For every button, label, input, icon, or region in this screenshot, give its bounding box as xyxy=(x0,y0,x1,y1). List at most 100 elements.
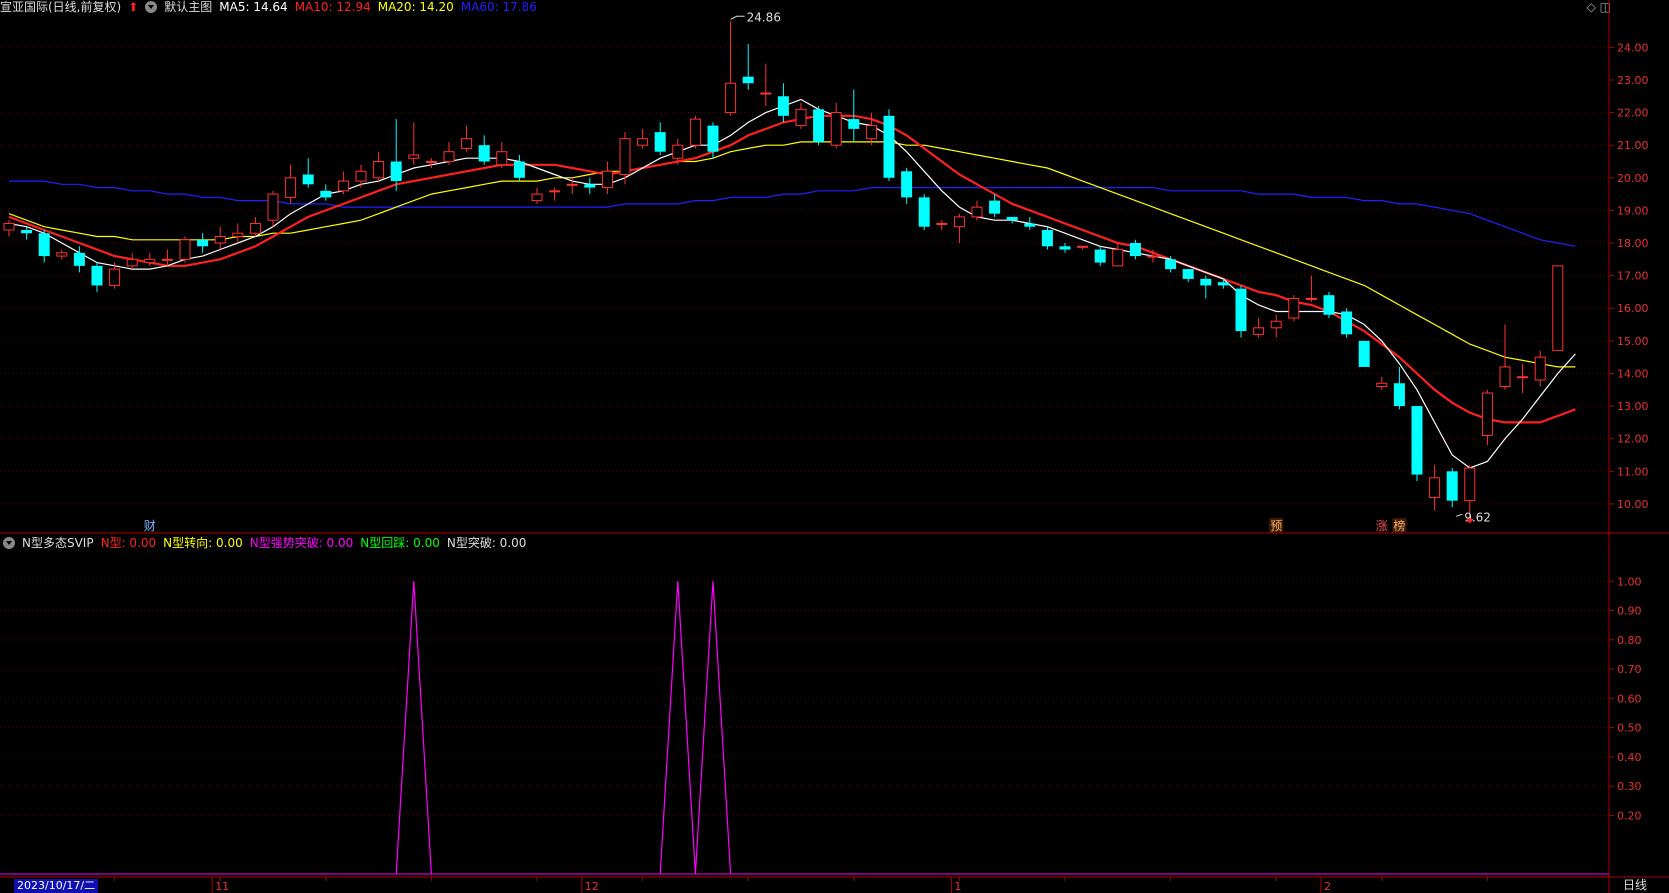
candle xyxy=(777,83,789,123)
candle xyxy=(214,226,226,250)
candle xyxy=(1411,406,1423,482)
candle xyxy=(496,141,508,169)
candle-body-down xyxy=(1129,243,1141,257)
indicator-tick-label: 0.50 xyxy=(1617,722,1642,735)
month-label: 11 xyxy=(215,880,229,893)
candle xyxy=(813,106,825,146)
ma5-line xyxy=(8,98,1576,469)
indicator-tick-label: 0.20 xyxy=(1617,809,1642,822)
candle xyxy=(1288,295,1300,322)
candle-body-up xyxy=(461,138,473,149)
high-pointer xyxy=(730,15,745,20)
candle-body-down xyxy=(390,161,402,182)
candle xyxy=(337,171,349,195)
candle-body-down xyxy=(813,109,825,142)
candle-body-down xyxy=(1041,229,1053,247)
candle xyxy=(1393,366,1405,410)
candle-body-down xyxy=(1165,259,1177,270)
candlesticks xyxy=(3,21,1564,517)
candle xyxy=(179,236,191,263)
candle-body-down xyxy=(584,184,596,188)
candle-body-up xyxy=(3,222,15,231)
candle-body-up xyxy=(1147,255,1159,258)
candle xyxy=(320,184,332,201)
candle-body-up xyxy=(672,144,684,159)
candle-body-up xyxy=(1305,297,1317,300)
candle-body-down xyxy=(1059,246,1071,250)
indicator-tick-label: 0.40 xyxy=(1617,751,1642,764)
indicator-tick-label: 0.90 xyxy=(1617,605,1642,618)
candle xyxy=(830,102,842,149)
candle-body-down xyxy=(478,145,490,162)
candle xyxy=(1094,246,1106,266)
period-label[interactable]: 日线 xyxy=(1623,878,1647,893)
candle-body-up xyxy=(179,239,191,260)
low-pointer xyxy=(1456,513,1463,517)
candle-body-down xyxy=(742,76,754,84)
price-tick-label: 20.00 xyxy=(1617,172,1649,185)
candle xyxy=(232,223,244,244)
candle-body-down xyxy=(989,200,1001,214)
candle-body-down xyxy=(654,132,666,152)
finance-marker: 财 xyxy=(144,519,156,533)
candle-body-up xyxy=(214,235,226,244)
candle-body-up xyxy=(109,268,121,286)
moving-average-lines xyxy=(8,98,1576,469)
candle-body-up xyxy=(531,193,543,202)
candle-body-up xyxy=(126,258,138,267)
candle-body-up xyxy=(1270,320,1282,329)
candle xyxy=(197,233,209,253)
candle xyxy=(795,102,807,129)
price-tick-label: 21.00 xyxy=(1617,139,1649,152)
candle xyxy=(531,187,543,204)
candle-body-down xyxy=(883,115,895,178)
candle xyxy=(1305,275,1317,302)
limit-up-marker: 涨 xyxy=(1376,518,1388,533)
price-tick-label: 22.00 xyxy=(1617,107,1649,120)
candle-body-up xyxy=(1112,249,1124,267)
candle-body-down xyxy=(1235,288,1247,332)
candle-body-up xyxy=(355,170,367,182)
candle xyxy=(373,151,385,182)
candle xyxy=(601,161,613,195)
candle xyxy=(3,220,15,237)
indicator-tick-label: 0.80 xyxy=(1617,634,1642,647)
candle xyxy=(38,229,50,263)
candle-body-up xyxy=(1534,356,1546,381)
candle-body-down xyxy=(320,190,332,198)
candle xyxy=(1464,464,1476,517)
price-tick-label: 19.00 xyxy=(1617,204,1649,217)
candle xyxy=(1429,464,1441,511)
candle xyxy=(267,190,279,227)
candle-body-up xyxy=(1552,265,1564,352)
candle-body-up xyxy=(760,92,772,95)
high-price-label: 24.86 xyxy=(747,10,781,24)
candle xyxy=(302,158,314,188)
forecast-marker: 预 xyxy=(1270,519,1282,533)
candle-body-down xyxy=(1323,295,1335,315)
candle-body-up xyxy=(249,222,261,234)
candle-body-up xyxy=(1499,366,1511,388)
candle xyxy=(1041,226,1053,250)
candle-body-down xyxy=(1182,269,1194,279)
candle xyxy=(654,122,666,155)
candle-body-up xyxy=(144,258,156,264)
candle-body-up xyxy=(1077,245,1089,248)
candle xyxy=(1059,243,1071,253)
candle-body-up xyxy=(865,125,877,140)
candle xyxy=(249,216,261,237)
candle xyxy=(478,135,490,165)
candle xyxy=(513,154,525,182)
candle xyxy=(725,21,737,116)
candle-body-up xyxy=(1517,376,1529,379)
candle xyxy=(1534,350,1546,387)
indicator-tick-label: 0.30 xyxy=(1617,780,1642,793)
price-tick-label: 11.00 xyxy=(1617,465,1649,478)
candle xyxy=(936,220,948,230)
candle-body-up xyxy=(267,193,279,221)
indicator-tick-label: 0.60 xyxy=(1617,692,1642,705)
ma20-line xyxy=(8,141,1576,368)
candle xyxy=(883,109,895,182)
kline-chart[interactable]: 24.0023.0022.0021.0020.0019.0018.0017.00… xyxy=(0,0,1669,893)
candle-body-down xyxy=(1358,340,1370,367)
